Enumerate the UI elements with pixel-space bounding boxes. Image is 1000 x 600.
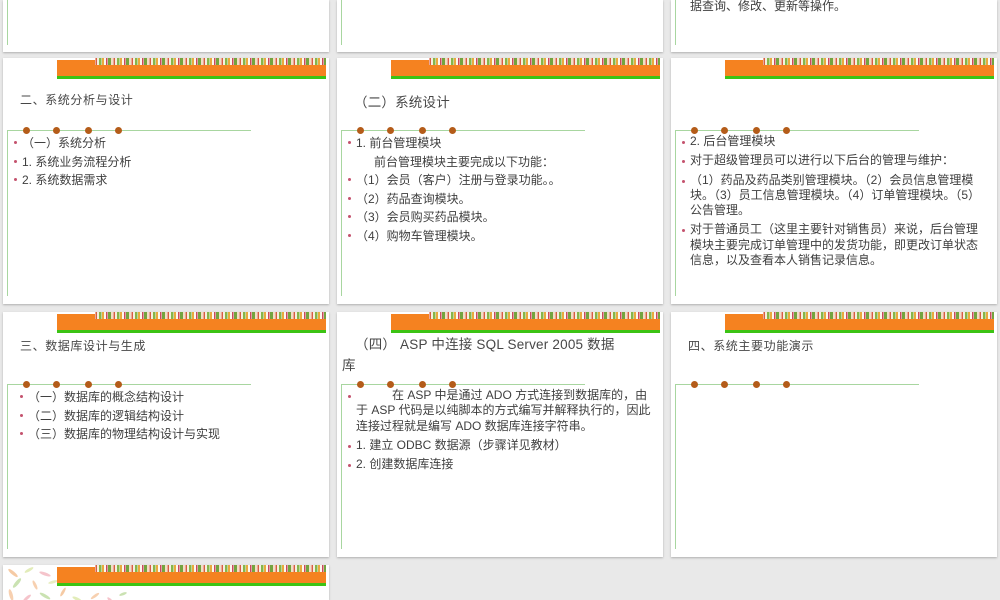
slide-body: 2. 后台管理模块 对于超级管理员可以进行以下后台的管理与维护： （1）药品及药品类… (679, 134, 985, 272)
floral-banner-decoration (391, 312, 660, 333)
floral-strip-decoration (429, 58, 660, 65)
slide-text-line: （一）数据库的概念结构设计 (17, 388, 317, 407)
slide-text-line: 据查询、修改、更新等操作。 (690, 0, 847, 13)
slide-title: 二、系统分析与设计 (20, 93, 134, 107)
decorative-dot-icon (449, 381, 456, 388)
decorative-dot-icon (357, 381, 364, 388)
decorative-dot-icon (387, 381, 394, 388)
slide-text-line: 在 ASP 中是通过 ADO 方式连接到数据库的，由于 ASP 代码是以纯脚本的… (345, 388, 651, 434)
floral-banner-decoration (725, 312, 994, 333)
slide-thumbnail-r2c2[interactable]: （二）系统设计 1. 前台管理模块 前台管理模块主要完成以下功能： （1）会员（客户… (337, 58, 663, 304)
slide-text-line: （1）会员（客户）注册与登录功能。。 (345, 171, 651, 190)
banner-green-line (725, 76, 994, 79)
floral-banner-decoration (57, 565, 326, 586)
decorative-dot-icon (53, 127, 60, 134)
decorative-dot-icon (115, 127, 122, 134)
slide-thumbnail-r2c3[interactable]: 2. 后台管理模块 对于超级管理员可以进行以下后台的管理与维护： （1）药品及药品类… (671, 58, 997, 304)
slide-text-line: 2. 系统数据需求 (11, 171, 317, 190)
slide-text-line: 2. 后台管理模块 (679, 134, 985, 149)
floral-strip-decoration (429, 312, 660, 319)
floral-banner-decoration (57, 58, 326, 79)
decorative-dot-icon (721, 127, 728, 134)
slide-text-line: （3）会员购买药品模块。 (345, 208, 651, 227)
slide-title: （四） ASP 中连接 SQL Server 2005 数据库 (342, 337, 615, 373)
slide-thumbnail-r3c1[interactable]: 三、数据库设计与生成 （一）数据库的概念结构设计 （二）数据库的逻辑结构设计 （三）… (3, 312, 329, 557)
slide-text-line: （二）数据库的逻辑结构设计 (17, 407, 317, 426)
slide-thumbnail-r1c1[interactable] (3, 0, 329, 52)
banner-green-line (57, 583, 326, 586)
decorative-dot-icon (53, 381, 60, 388)
decorative-dot-icon (23, 127, 30, 134)
decorative-dot-icon (449, 127, 456, 134)
slide-thumbnail-r1c2[interactable] (337, 0, 663, 52)
slide-thumbnail-r3c3[interactable]: 四、系统主要功能演示 (671, 312, 997, 557)
decorative-dot-icon (357, 127, 364, 134)
slide-body: 在 ASP 中是通过 ADO 方式连接到数据库的，由于 ASP 代码是以纯脚本的… (345, 388, 651, 476)
content-frame-line (675, 0, 676, 45)
slide-text-line: （2）药品查询模块。 (345, 190, 651, 209)
decorative-dot-icon (721, 381, 728, 388)
decorative-dot-icon (85, 381, 92, 388)
slide-text-line: （三）数据库的物理结构设计与实现 (17, 425, 317, 444)
floral-strip-decoration (95, 58, 326, 65)
slide-title: 三、数据库设计与生成 (20, 339, 147, 353)
slide-text-line: 1. 系统业务流程分析 (11, 153, 317, 172)
decorative-dot-icon (115, 381, 122, 388)
decorative-dot-icon (783, 127, 790, 134)
banner-green-line (391, 330, 660, 333)
decorative-dot-icon (691, 127, 698, 134)
banner-green-line (57, 76, 326, 79)
decorative-dot-icon (419, 127, 426, 134)
banner-green-line (391, 76, 660, 79)
slide-title: （二）系统设计 (354, 95, 450, 110)
slide-title: 四、系统主要功能演示 (688, 339, 815, 353)
slide-text-line: （一）系统分析 (11, 134, 317, 153)
content-frame-line (341, 0, 342, 45)
slide-text-line: （4）购物车管理模块。 (345, 227, 651, 246)
slide-body: 据查询、修改、更新等操作。 (679, 0, 985, 16)
decorative-dot-icon (419, 381, 426, 388)
slide-text-line: （1）药品及药品类别管理模块。（2）会员信息管理模块。（3）员工信息管理模块。（… (679, 173, 985, 219)
slide-text-line: 2. 创建数据库连接 (345, 457, 651, 472)
slide-thumbnail-r4c1[interactable] (3, 565, 329, 600)
slide-text-line: 前台管理模块主要完成以下功能： (374, 154, 555, 169)
floral-strip-decoration (95, 565, 326, 572)
slide-thumbnail-r1c3[interactable]: 据查询、修改、更新等操作。 (671, 0, 997, 52)
floral-strip-decoration (763, 58, 994, 65)
slide-body: （一）数据库的概念结构设计 （二）数据库的逻辑结构设计 （三）数据库的物理结构设计与… (17, 388, 317, 444)
slide-text-line: 对于普通员工（这里主要针对销售员）来说，后台管理模块主要完成订单管理中的发货功能… (679, 222, 985, 268)
slide-body: （一）系统分析 1. 系统业务流程分析 2. 系统数据需求 (11, 134, 317, 190)
slide-thumbnail-r2c1[interactable]: 二、系统分析与设计 （一）系统分析 1. 系统业务流程分析 2. 系统数据需求 (3, 58, 329, 304)
slide-body: 1. 前台管理模块 前台管理模块主要完成以下功能： （1）会员（客户）注册与登录功能… (345, 134, 651, 245)
floral-strip-decoration (95, 312, 326, 319)
decorative-dot-icon (23, 381, 30, 388)
decorative-dot-icon (783, 381, 790, 388)
floral-strip-decoration (763, 312, 994, 319)
banner-green-line (57, 330, 326, 333)
floral-banner-decoration (57, 312, 326, 333)
floral-banner-decoration (725, 58, 994, 79)
decorative-dot-icon (85, 127, 92, 134)
slide-text-line: 对于超级管理员可以进行以下后台的管理与维护： (679, 153, 985, 168)
slide-text-line: 1. 前台管理模块 (345, 134, 651, 153)
banner-green-line (725, 330, 994, 333)
decorative-dot-icon (753, 127, 760, 134)
content-frame-line (7, 0, 8, 45)
decorative-dot-icon (753, 381, 760, 388)
slide-thumbnail-r3c2[interactable]: （四） ASP 中连接 SQL Server 2005 数据库 在 ASP 中是… (337, 312, 663, 557)
floral-banner-decoration (391, 58, 660, 79)
decorative-dot-icon (691, 381, 698, 388)
slide-text-line: 1. 建立 ODBC 数据源（步骤详见教材） (345, 438, 651, 453)
decorative-dot-icon (387, 127, 394, 134)
